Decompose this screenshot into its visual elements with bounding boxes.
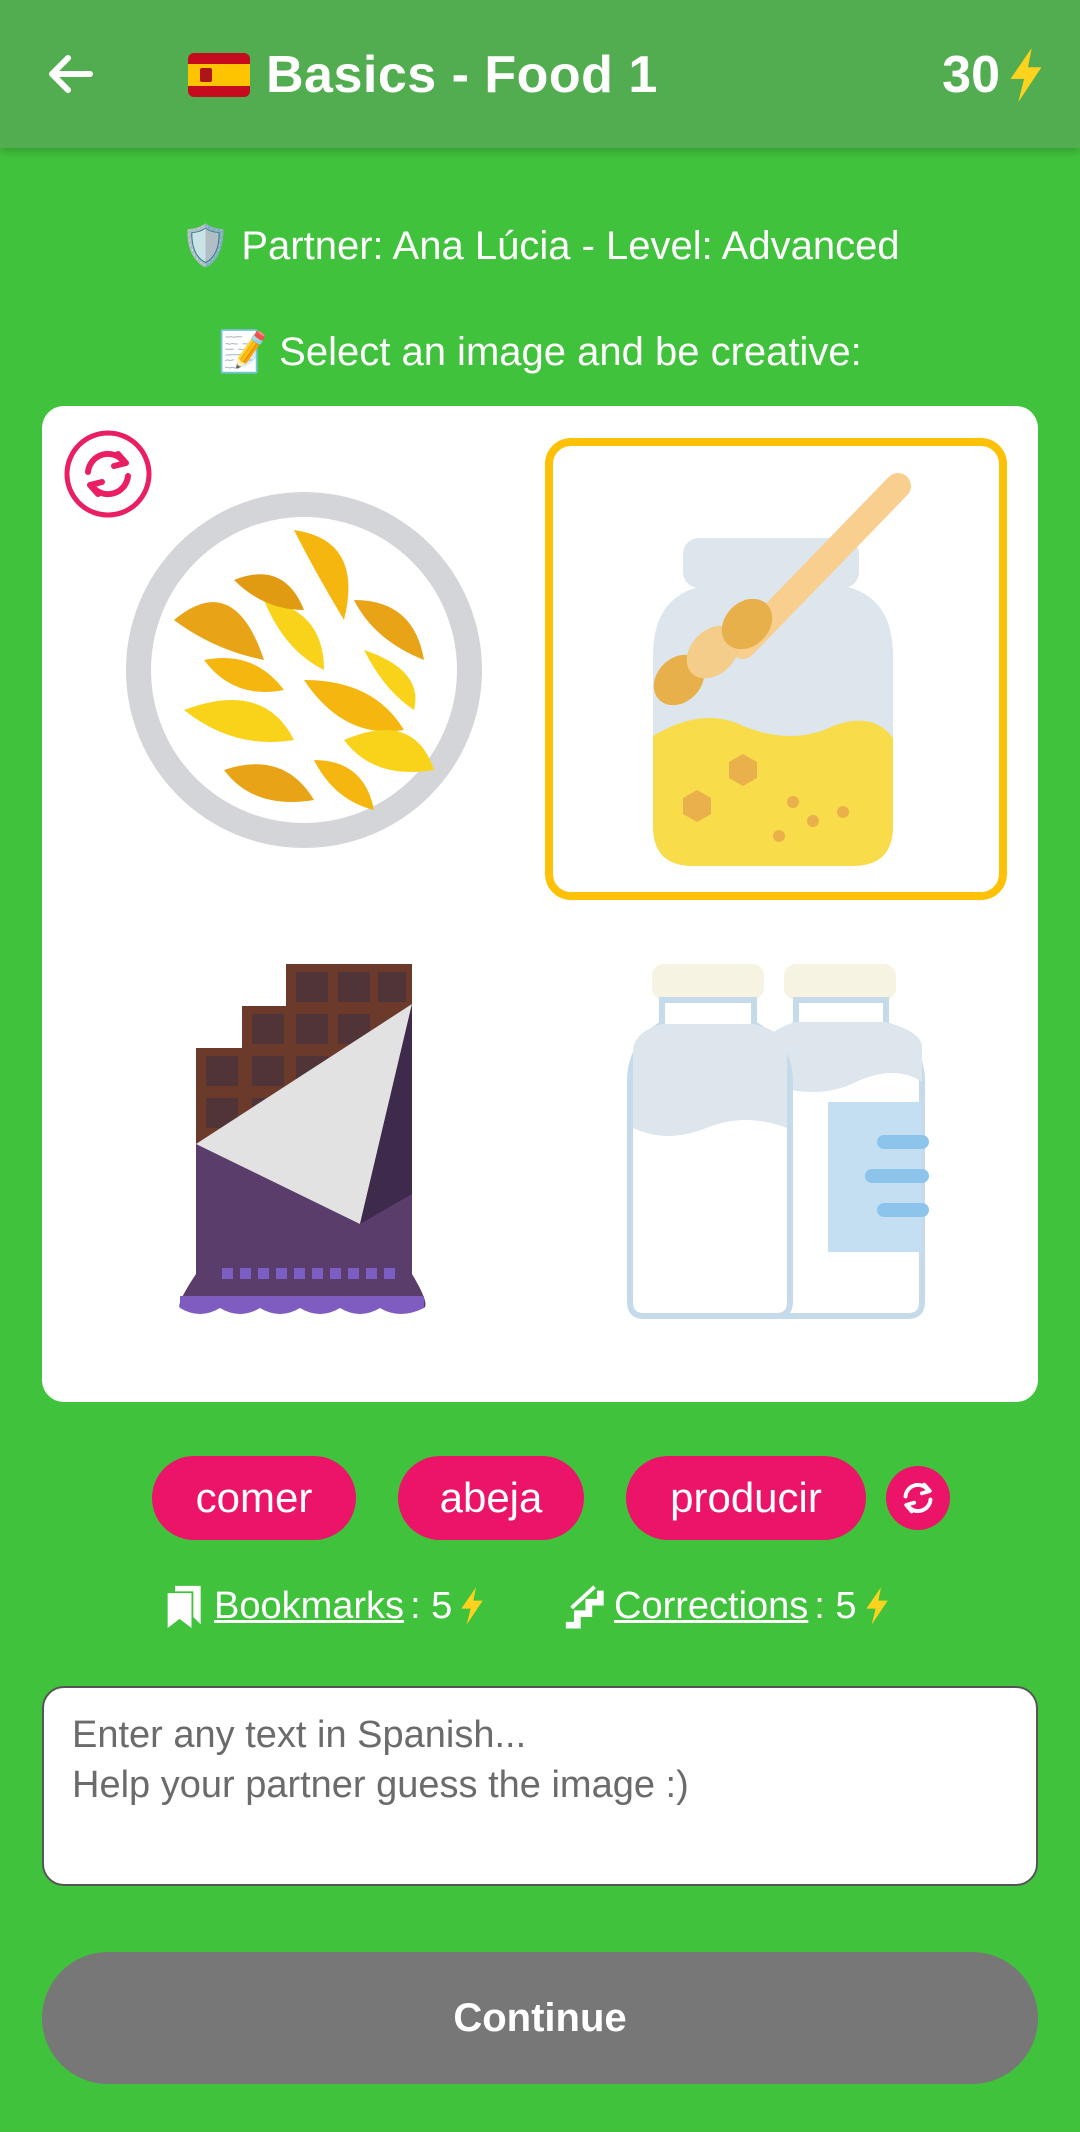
bookmarks-link[interactable]: Bookmarks bbox=[214, 1585, 404, 1628]
image-option-4[interactable] bbox=[616, 952, 936, 1332]
bookmarks-value: : 5 bbox=[410, 1584, 453, 1627]
image-option-1[interactable] bbox=[114, 480, 494, 860]
lightning-icon bbox=[461, 1587, 483, 1625]
message-input[interactable] bbox=[42, 1686, 1038, 1886]
energy-score: 30 bbox=[942, 40, 1046, 110]
lesson-title-text: Basics - Food 1 bbox=[266, 46, 658, 104]
spain-flag-icon bbox=[188, 53, 250, 97]
chocolate-bar-icon bbox=[179, 964, 426, 1314]
corrections-value: : 5 bbox=[814, 1584, 857, 1627]
image-option-3[interactable] bbox=[150, 944, 470, 1324]
potato-wedges-plate-icon bbox=[126, 492, 482, 848]
lightning-icon bbox=[1010, 47, 1042, 103]
refresh-words-button[interactable] bbox=[886, 1466, 950, 1530]
word-chip-1[interactable]: comer bbox=[152, 1456, 356, 1540]
honey-jar-icon bbox=[653, 473, 911, 866]
lesson-title: Basics - Food 1 bbox=[188, 40, 658, 110]
lightning-icon bbox=[865, 1587, 888, 1625]
word-chip-2[interactable]: abeja bbox=[398, 1456, 584, 1540]
app-bar: Basics - Food 1 30 bbox=[0, 0, 1080, 148]
instruction-text: 📝 Select an image and be creative: bbox=[218, 330, 862, 374]
partner-info: 🛡️ Partner: Ana Lúcia - Level: Advanced bbox=[180, 224, 900, 268]
corrections-stat: Corrections : 5 bbox=[562, 1578, 891, 1634]
bookmarks-stat: Bookmarks : 5 bbox=[164, 1578, 486, 1634]
refresh-icon bbox=[903, 1482, 933, 1514]
milk-bottles-icon bbox=[627, 964, 929, 1319]
stats-row: Bookmarks : 5 Corrections : 5 bbox=[0, 1578, 1080, 1634]
back-button[interactable] bbox=[40, 44, 100, 104]
word-chips: comer abeja producir bbox=[0, 1456, 1080, 1540]
corrections-icon bbox=[565, 1585, 604, 1629]
corrections-link[interactable]: Corrections bbox=[614, 1585, 808, 1628]
arrow-left-icon bbox=[49, 55, 93, 93]
word-chip-3[interactable]: producir bbox=[626, 1456, 866, 1540]
continue-button[interactable]: Continue bbox=[42, 1952, 1038, 2084]
bookmarks-icon bbox=[167, 1585, 201, 1628]
score-value: 30 bbox=[942, 46, 1000, 104]
image-option-2[interactable] bbox=[545, 438, 1007, 900]
